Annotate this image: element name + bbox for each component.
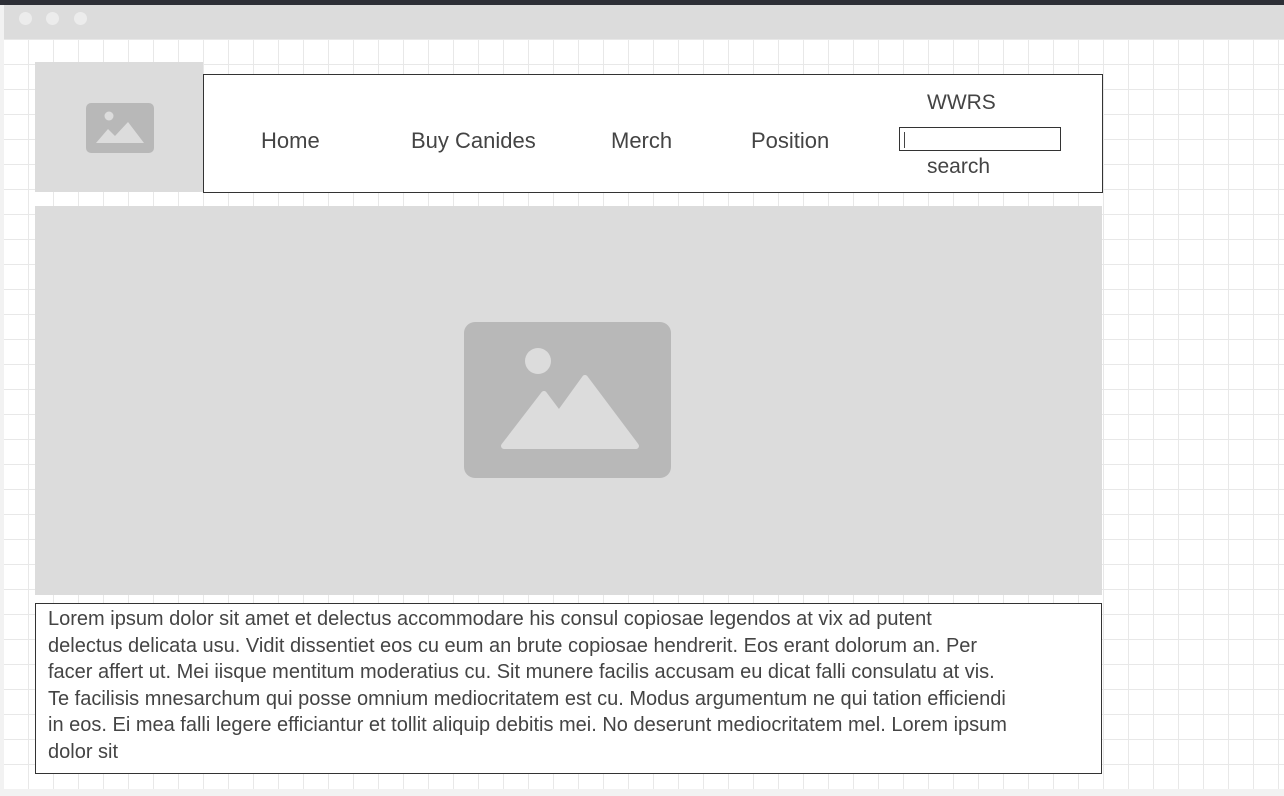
content-text-box: Lorem ipsum dolor sit amet et delectus a… bbox=[35, 603, 1102, 774]
body-paragraph: Lorem ipsum dolor sit amet et delectus a… bbox=[48, 608, 1007, 763]
image-placeholder-icon bbox=[464, 322, 671, 478]
nav-item-merch[interactable]: Merch bbox=[611, 128, 672, 154]
hero-image-placeholder[interactable] bbox=[35, 206, 1102, 595]
window-close-button[interactable] bbox=[19, 12, 32, 25]
search-label: search bbox=[927, 155, 991, 178]
logo-placeholder[interactable] bbox=[35, 62, 203, 192]
window-minimize-button[interactable] bbox=[46, 12, 59, 25]
window-maximize-button[interactable] bbox=[74, 12, 87, 25]
nav-item-home[interactable]: Home bbox=[261, 128, 320, 154]
search-input[interactable] bbox=[899, 127, 1061, 151]
image-placeholder-icon bbox=[86, 103, 154, 153]
nav-bar: Home Buy Canides Merch Position WWRS sea… bbox=[203, 74, 1103, 193]
site-title: WWRS bbox=[927, 91, 996, 114]
window-titlebar bbox=[4, 5, 1284, 39]
bottom-strip bbox=[0, 789, 1284, 796]
text-caret bbox=[904, 132, 905, 148]
nav-item-buy-canides[interactable]: Buy Canides bbox=[411, 128, 536, 154]
nav-item-position[interactable]: Position bbox=[751, 128, 829, 154]
